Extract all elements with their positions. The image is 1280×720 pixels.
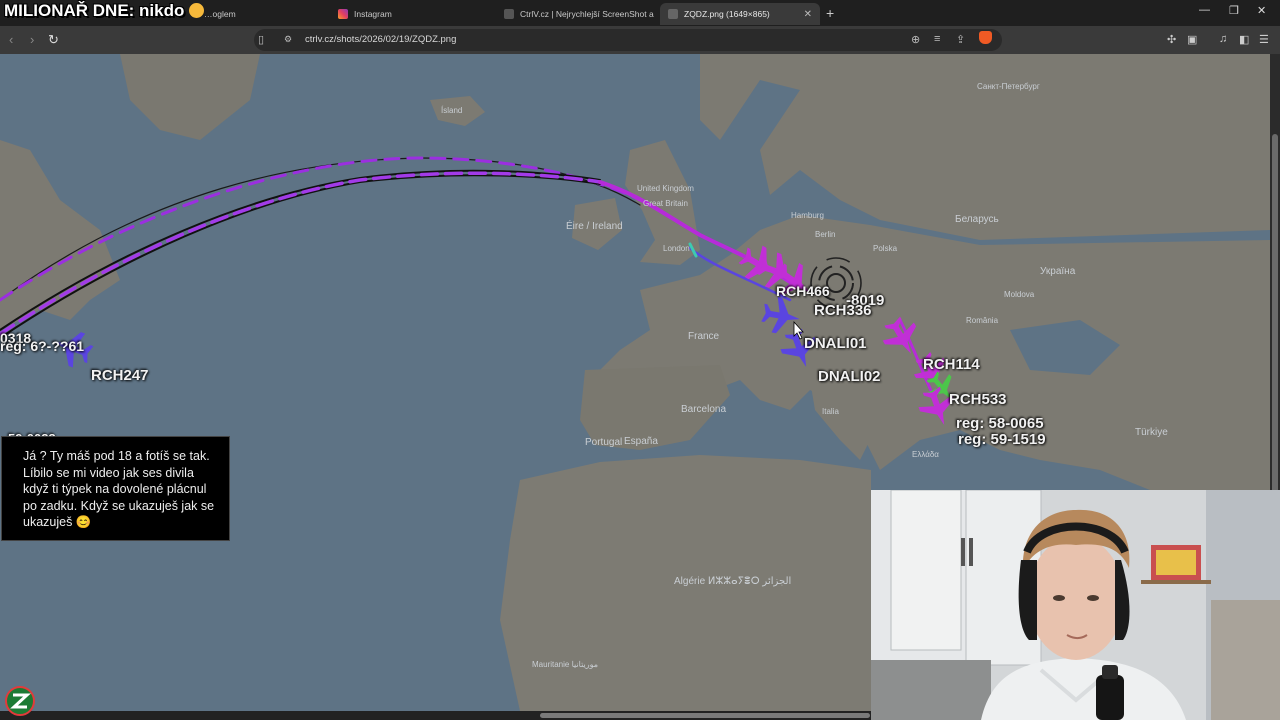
instagram-icon [338, 9, 348, 19]
place-label: România [966, 316, 999, 325]
aircraft-label[interactable]: RCH533 [949, 391, 1007, 408]
webcam-feed [871, 490, 1280, 720]
close-window-icon[interactable]: ✕ [1257, 4, 1266, 17]
aircraft-reg-label[interactable]: reg: 58-0065 [956, 415, 1044, 432]
share-icon[interactable]: ⇪ [956, 33, 965, 46]
tab-zqdz-active[interactable]: ZQDZ.png (1649×865) ✕ [660, 3, 820, 25]
place-label: Berlin [815, 230, 836, 239]
land-greenland [120, 54, 260, 140]
aircraft-label[interactable]: DNALI01 [804, 335, 867, 352]
horizontal-scroll-thumb[interactable] [540, 713, 870, 718]
place-label: Türkiye [1135, 427, 1168, 438]
tab-ctrlv[interactable]: CtrlV.cz | Nejrychlejší ScreenShot a P [496, 3, 656, 25]
aircraft-reg-label[interactable]: reg: 59-1519 [958, 431, 1046, 448]
tab-1-label: …oglem [204, 9, 236, 19]
place-label: Great Britain [643, 199, 688, 208]
tab-instagram-label: Instagram [354, 9, 392, 19]
url-text: ctrlv.cz/shots/2026/02/19/ZQDZ.png [305, 34, 457, 45]
place-label: Ελλάδα [912, 450, 939, 459]
place-label: Italia [822, 407, 839, 416]
stream-title-overlay: MILIONAŘ DNE: nikdo [4, 1, 205, 21]
browser-toolbar: ‹ › ↻ ▯ ⚙ ctrlv.cz/shots/2026/02/19/ZQDZ… [0, 26, 1280, 54]
aircraft-label[interactable]: RCH466 [776, 283, 830, 299]
aircraft-label[interactable]: DNALI02 [818, 368, 881, 385]
back-arrow-icon[interactable]: ‹ [9, 32, 13, 47]
aircraft-reg-label[interactable]: reg: 6?-??61 [0, 338, 84, 354]
wallet-icon[interactable]: ▣ [1187, 33, 1197, 46]
place-label: London [663, 244, 690, 253]
place-label: Ísland [441, 106, 463, 115]
reader-icon[interactable]: ≡ [934, 33, 940, 45]
place-label: France [688, 331, 720, 342]
place-label: Portugal [585, 437, 623, 448]
image-favicon-icon [668, 9, 678, 19]
place-label: Беларусь [955, 214, 999, 225]
menu-icon[interactable]: ☰ [1259, 33, 1269, 46]
place-label: Санкт-Петербург [977, 82, 1040, 91]
place-label: Mauritanie موريتانيا [532, 660, 599, 669]
place-label: Barcelona [681, 404, 727, 415]
minimize-icon[interactable]: — [1199, 4, 1210, 16]
aircraft-label[interactable]: RCH336 [814, 302, 872, 319]
place-label: Hamburg [791, 211, 824, 220]
bookmark-icon[interactable]: ▯ [258, 33, 264, 46]
land-north-america [0, 140, 120, 330]
site-info-icon[interactable]: ⚙ [284, 34, 292, 45]
place-label: Algérie ⵍⵣⵣⴰⵢⴻⵔ الجزائر [674, 576, 792, 587]
tab-ctrlv-label: CtrlV.cz | Nejrychlejší ScreenShot a P [520, 9, 656, 19]
forward-arrow-icon[interactable]: › [30, 32, 34, 47]
emoji-face-icon [189, 3, 205, 18]
place-label: Україна [1040, 266, 1076, 277]
aircraft-label[interactable]: RCH247 [91, 367, 149, 384]
restore-icon[interactable]: ❐ [1229, 4, 1239, 17]
brave-shield-icon[interactable] [979, 31, 992, 44]
zoom-icon[interactable]: ⊕ [911, 33, 920, 46]
ctrlv-favicon-icon [504, 9, 514, 19]
tab-1[interactable]: …oglem [196, 3, 326, 25]
webcam-scene [871, 490, 1280, 720]
new-tab-button[interactable]: + [826, 5, 834, 21]
sidebar-icon[interactable]: ◧ [1239, 33, 1249, 46]
tab-instagram[interactable]: Instagram [330, 3, 492, 25]
close-tab-icon[interactable]: ✕ [804, 9, 812, 20]
place-label: Éire / Ireland [566, 221, 623, 232]
place-label: España [624, 436, 658, 447]
address-bar[interactable]: ▯ ⚙ ctrlv.cz/shots/2026/02/19/ZQDZ.png ⊕… [254, 29, 1002, 51]
tab-zqdz-label: ZQDZ.png (1649×865) [684, 9, 770, 19]
stream-title-text: MILIONAŘ DNE: nikdo [4, 1, 185, 20]
chat-message-text: Já ? Ty máš pod 18 a fotíš se tak. Líbil… [23, 449, 215, 529]
place-label: United Kingdom [637, 184, 694, 193]
place-label: Moldova [1004, 290, 1035, 299]
channel-logo-icon [5, 686, 35, 716]
reload-icon[interactable]: ↻ [48, 32, 59, 48]
chat-message-box: Já ? Ty máš pod 18 a fotíš se tak. Líbil… [1, 436, 230, 541]
aircraft-label[interactable]: RCH114 [923, 356, 980, 373]
media-icon[interactable]: ♫ [1219, 33, 1227, 45]
extensions-icon[interactable]: ✣ [1167, 33, 1176, 46]
place-label: Polska [873, 244, 898, 253]
